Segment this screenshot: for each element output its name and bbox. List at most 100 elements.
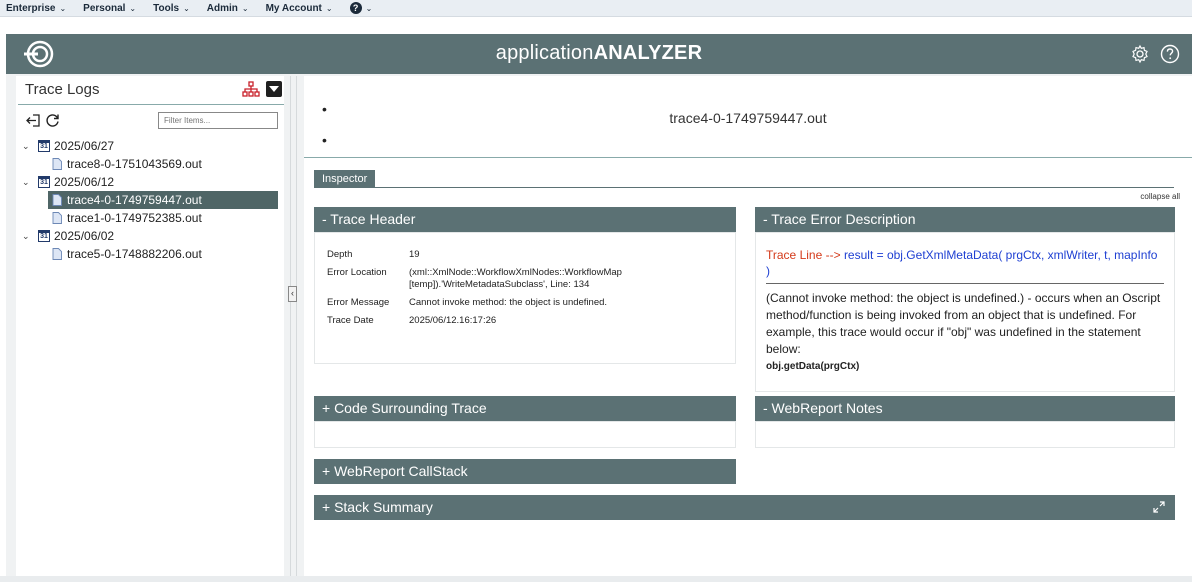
footer-bar [0,576,1192,582]
menu-label: My Account [265,2,322,14]
kv-key: Trace Date [327,315,374,326]
kv-key: Error Location [327,267,387,278]
menu-label: Enterprise [6,2,56,14]
kv-row: Depth 19 [327,249,723,261]
trace-logs-title: Trace Logs [25,81,100,98]
chevron-down-icon[interactable]: ⌄ [22,177,34,188]
tree-file-item[interactable]: trace1-0-1749752385.out [48,209,282,227]
export-icon[interactable] [25,112,42,129]
chevron-down-icon: ⌄ [365,3,373,13]
code-surrounding-panel: + Code Surrounding Trace [314,396,736,448]
webreport-callstack-bar[interactable]: + WebReport CallStack [314,459,736,484]
main-header: • • trace4-0-1749759447.out [304,76,1192,158]
stack-summary-panel: + Stack Summary [314,495,1175,520]
calendar-icon: 31 [38,140,50,152]
bullet-item: • [322,132,327,148]
trace-header-body: Depth 19 Error Location (xml::XmlNode::Wor… [314,232,736,364]
collapse-panel-handle[interactable]: ‹ [288,286,297,302]
file-icon [52,248,62,260]
expand-icon[interactable] [1153,501,1165,513]
menu-admin[interactable]: Admin ⌄ [207,3,249,14]
trace-line-label: Trace Line --> [766,248,841,262]
menu-personal[interactable]: Personal ⌄ [83,3,136,14]
tree-file-item[interactable]: trace5-0-1748882206.out [48,245,282,263]
group-date: 2025/06/27 [54,139,115,153]
main-content: • • trace4-0-1749759447.out Inspector co… [304,76,1192,576]
tree-file-item[interactable]: trace8-0-1751043569.out [48,155,282,173]
app-title-light: application [495,42,594,64]
code-surrounding-body [314,421,736,448]
calendar-icon: 31 [38,230,50,242]
app-header: applicationANALYZER [6,34,1192,74]
gear-icon[interactable] [1130,44,1150,64]
file-name: trace4-0-1749759447.out [67,193,202,207]
hierarchy-icon[interactable] [242,81,260,97]
help-circle-icon[interactable] [1160,44,1180,64]
error-description: (Cannot invoke method: the object is und… [766,291,1161,356]
trace-header-panel: - Trace Header Depth 19 Error Location (xm… [314,207,736,364]
menu-label: Personal [83,2,126,14]
trace-header-bar[interactable]: - Trace Header [314,207,736,232]
app-title: applicationANALYZER [6,42,1192,65]
tree-group-node[interactable]: ⌄ 31 2025/06/27 [22,137,282,155]
webreport-callstack-panel: + WebReport CallStack [314,459,736,484]
webreport-notes-bar[interactable]: - WebReport Notes [755,396,1175,421]
splitter[interactable] [296,76,297,576]
chevron-down-icon: ⌄ [325,3,333,13]
trace-line: Trace Line --> result = obj.GetXmlMetaDa… [766,247,1164,284]
kv-row: Trace Date 2025/06/12.16:17:26 [327,315,723,327]
code-surrounding-bar[interactable]: + Code Surrounding Trace [314,396,736,421]
app-frame: applicationANALYZER Trace Logs Filter It… [6,34,1192,582]
calendar-icon: 31 [38,176,50,188]
group-date: 2025/06/12 [54,175,115,189]
trace-error-bar[interactable]: - Trace Error Description [755,207,1175,232]
tab-inspector[interactable]: Inspector [314,170,376,188]
kv-key: Error Message [327,297,390,308]
tab-underline [314,187,1174,188]
chevron-down-icon: ⌄ [59,3,67,13]
menu-help[interactable]: ? ⌄ [349,2,373,14]
trace-logs-panel: Trace Logs Filter Items... ⌄ 31 2025/06/… [16,76,284,576]
file-icon [52,212,62,224]
error-example: obj.getData(prgCtx) [766,361,860,372]
tree-group-node[interactable]: ⌄ 31 2025/06/02 [22,227,282,245]
tree-group-node[interactable]: ⌄ 31 2025/06/12 [22,173,282,191]
kv-row: Error Location (xml::XmlNode::WorkflowXml… [327,267,723,291]
kv-value: Cannot invoke method: the object is unde… [409,297,608,308]
trace-error-body: Trace Line --> result = obj.GetXmlMetaDa… [755,232,1175,392]
app-title-bold: ANALYZER [593,42,703,64]
chevron-down-icon: ⌄ [241,3,249,13]
webreport-notes-body [755,421,1175,448]
group-date: 2025/06/02 [54,229,115,243]
menu-enterprise[interactable]: Enterprise ⌄ [6,3,66,14]
refresh-icon[interactable] [44,112,61,129]
webreport-notes-panel: - WebReport Notes [755,396,1175,448]
trace-tree: ⌄ 31 2025/06/27 trace8-0-1751043569.out … [22,137,282,263]
kv-value: 2025/06/12.16:17:26 [409,315,497,326]
chevron-down-icon: ⌄ [129,3,137,13]
collapse-all-link[interactable]: collapse all [1140,192,1180,201]
chevron-down-icon: ⌄ [183,3,190,13]
chevron-down-icon[interactable]: ⌄ [22,141,34,152]
file-icon [52,194,62,206]
menu-label: Tools [153,2,180,14]
dropdown-button[interactable] [266,81,282,97]
menu-tools[interactable]: Tools ⌄ [153,3,190,14]
tree-file-item-selected[interactable]: trace4-0-1749759447.out [48,191,278,209]
top-navigation-bar: Enterprise ⌄ Personal ⌄ Tools ⌄ Admin ⌄ My A… [0,0,1192,17]
trace-file-title: trace4-0-1749759447.out [669,110,827,126]
splitter[interactable] [290,76,291,576]
file-name: trace5-0-1748882206.out [67,247,202,261]
kv-value: (xml::XmlNode::WorkflowXmlNodes::Workflo… [409,267,622,290]
stack-summary-label: + Stack Summary [322,499,433,515]
menu-my-account[interactable]: My Account ⌄ [266,3,333,14]
menu-label: Admin [206,2,238,14]
kv-row: Error Message Cannot invoke method: the o… [327,297,723,309]
file-name: trace1-0-1749752385.out [67,211,202,225]
filter-input[interactable] [158,112,278,129]
stack-summary-bar[interactable]: + Stack Summary [314,495,1175,520]
file-name: trace8-0-1751043569.out [67,157,202,171]
file-icon [52,158,62,170]
chevron-down-icon[interactable]: ⌄ [22,231,34,242]
kv-key: Depth [327,249,353,260]
